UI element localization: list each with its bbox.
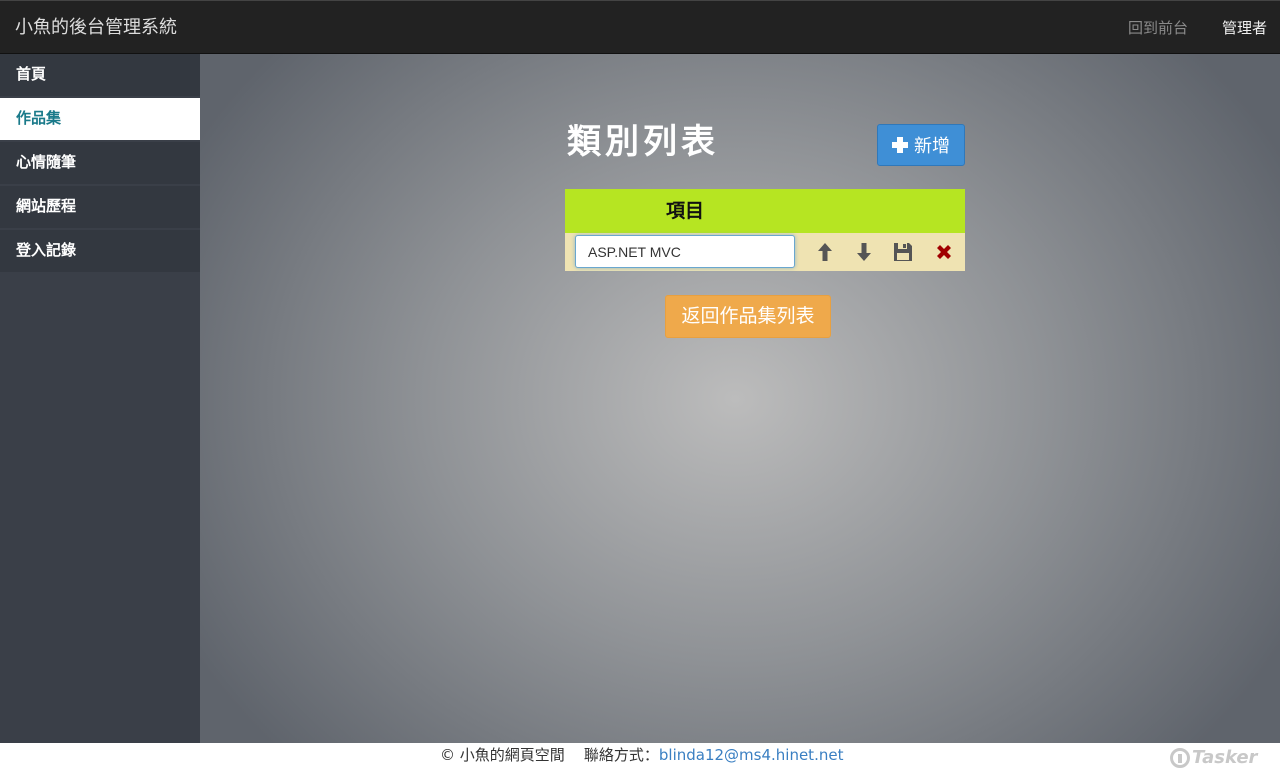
sidebar-item-portfolio[interactable]: 作品集 bbox=[0, 98, 200, 140]
sidebar-item-login-log[interactable]: 登入記錄 bbox=[0, 230, 200, 272]
tasker-watermark-text: Tasker bbox=[1192, 747, 1258, 768]
back-to-portfolio-button[interactable]: 返回作品集列表 bbox=[665, 295, 831, 338]
tasker-watermark: Tasker bbox=[1170, 747, 1257, 768]
footer-contact-label: 聯絡方式： bbox=[583, 746, 659, 764]
floppy-disk-icon[interactable] bbox=[892, 240, 914, 264]
footer-email-link[interactable]: blinda12@ms4.hinet.net bbox=[659, 746, 844, 764]
footer-text: © 小魚的網頁空間 聯絡方式：blinda12@ms4.hinet.net bbox=[440, 745, 843, 765]
table-row bbox=[565, 233, 965, 271]
brand-title[interactable]: 小魚的後台管理系統 bbox=[15, 16, 177, 40]
top-navbar: 小魚的後台管理系統 回到前台 管理者 bbox=[0, 0, 1280, 54]
column-header-item: 項目 bbox=[666, 200, 705, 222]
back-to-frontend-link[interactable]: 回到前台 bbox=[1128, 18, 1188, 38]
page-title: 類別列表 bbox=[567, 122, 719, 162]
table-header: 項目 bbox=[565, 189, 965, 233]
plus-icon bbox=[892, 137, 908, 153]
footer-copyright: © 小魚的網頁空間 bbox=[440, 746, 565, 764]
tasker-logo-icon bbox=[1170, 747, 1190, 768]
admin-user-link[interactable]: 管理者 bbox=[1222, 18, 1267, 38]
sidebar: 首頁 作品集 心情隨筆 網站歷程 登入記錄 bbox=[0, 54, 200, 743]
category-name-input[interactable] bbox=[575, 235, 795, 268]
sidebar-item-notes[interactable]: 心情隨筆 bbox=[0, 142, 200, 184]
close-icon[interactable] bbox=[933, 240, 955, 264]
footer: © 小魚的網頁空間 聯絡方式：blinda12@ms4.hinet.net Ta… bbox=[0, 743, 1280, 778]
arrow-up-icon[interactable] bbox=[814, 240, 836, 264]
sidebar-item-home[interactable]: 首頁 bbox=[0, 54, 200, 96]
arrow-down-icon[interactable] bbox=[853, 240, 875, 264]
add-button-label: 新增 bbox=[914, 136, 950, 157]
add-category-button[interactable]: 新增 bbox=[877, 124, 965, 166]
main-content: 類別列表 新增 項目 返回作品集列表 bbox=[200, 54, 1280, 743]
sidebar-item-history[interactable]: 網站歷程 bbox=[0, 186, 200, 228]
